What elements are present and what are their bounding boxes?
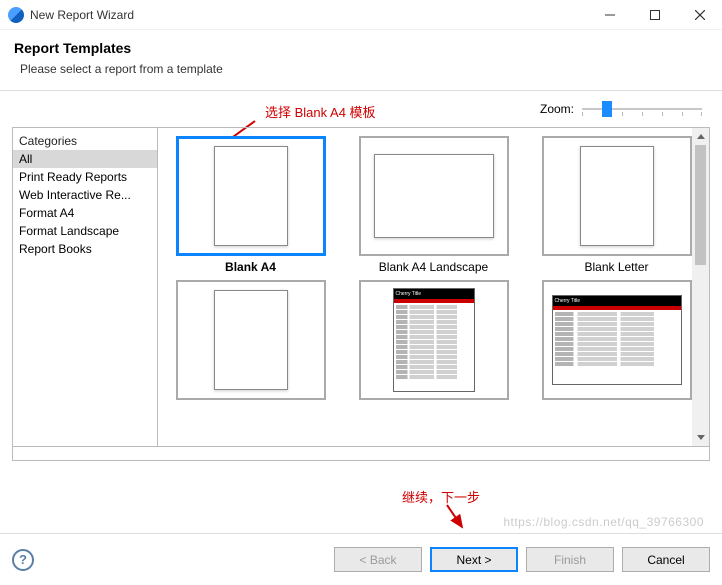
template-cherry-portrait[interactable]: Cherry Title: [351, 280, 516, 400]
finish-button[interactable]: Finish: [526, 547, 614, 572]
zoom-slider[interactable]: [582, 99, 702, 119]
template-gallery: Blank A4 Blank A4 Landscape Blank Letter…: [158, 127, 710, 447]
categories-header: Categories: [13, 132, 157, 150]
template-label: Blank Letter: [584, 260, 648, 274]
scroll-thumb[interactable]: [695, 145, 706, 265]
back-button[interactable]: < Back: [334, 547, 422, 572]
page-title: Report Templates: [14, 40, 708, 56]
template-blank-a4[interactable]: Blank A4: [168, 136, 333, 274]
watermark: https://blog.csdn.net/qq_39766300: [503, 515, 704, 529]
cancel-button[interactable]: Cancel: [622, 547, 710, 572]
close-button[interactable]: [677, 0, 722, 30]
window-title: New Report Wizard: [30, 8, 587, 22]
arrow-icon: [432, 502, 472, 532]
minimize-button[interactable]: [587, 0, 632, 30]
gallery-bottom-border: [12, 447, 710, 461]
template-blank-a4-landscape[interactable]: Blank A4 Landscape: [351, 136, 516, 274]
sidebar-item-print-ready[interactable]: Print Ready Reports: [13, 168, 157, 186]
template-item[interactable]: [168, 280, 333, 400]
sidebar-item-all[interactable]: All: [13, 150, 157, 168]
template-blank-letter[interactable]: Blank Letter: [534, 136, 699, 274]
sidebar-item-report-books[interactable]: Report Books: [13, 240, 157, 258]
maximize-button[interactable]: [632, 0, 677, 30]
page-subtitle: Please select a report from a template: [14, 62, 708, 76]
wizard-footer: ? < Back Next > Finish Cancel: [0, 533, 722, 585]
main-area: Categories All Print Ready Reports Web I…: [12, 127, 710, 447]
scrollbar[interactable]: [692, 128, 709, 446]
help-icon[interactable]: ?: [12, 549, 34, 571]
scroll-down-button[interactable]: [692, 429, 709, 446]
app-icon: [8, 7, 24, 23]
titlebar: New Report Wizard: [0, 0, 722, 30]
sidebar-item-format-landscape[interactable]: Format Landscape: [13, 222, 157, 240]
sidebar-item-format-a4[interactable]: Format A4: [13, 204, 157, 222]
template-label: Blank A4 Landscape: [379, 260, 488, 274]
wizard-header: Report Templates Please select a report …: [0, 30, 722, 91]
template-cherry-landscape[interactable]: Cherry Title: [534, 280, 699, 400]
next-button[interactable]: Next >: [430, 547, 518, 572]
scroll-up-button[interactable]: [692, 128, 709, 145]
categories-sidebar: Categories All Print Ready Reports Web I…: [12, 127, 158, 447]
zoom-label: Zoom:: [540, 102, 574, 116]
template-label: Blank A4: [225, 260, 276, 274]
annotation-select-template: 选择 Blank A4 模板: [265, 102, 376, 121]
sidebar-item-web-interactive[interactable]: Web Interactive Re...: [13, 186, 157, 204]
